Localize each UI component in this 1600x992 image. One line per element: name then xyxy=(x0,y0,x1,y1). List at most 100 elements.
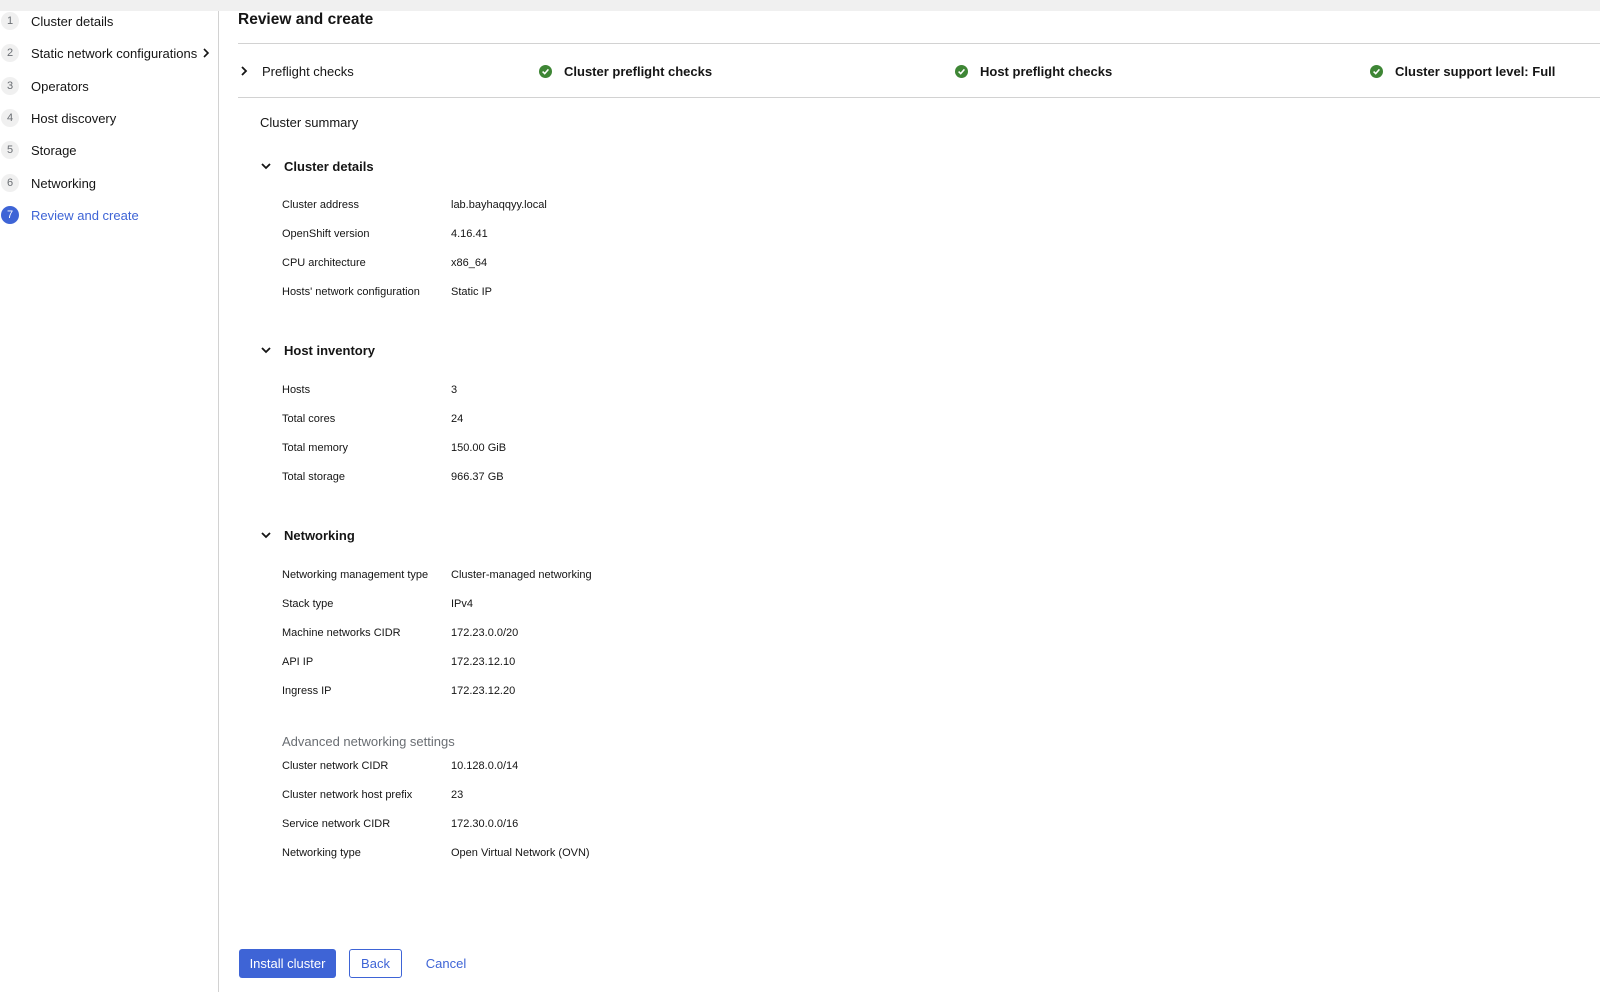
detail-row: Hosts 3 xyxy=(282,382,1082,400)
check-circle-icon xyxy=(955,64,968,78)
detail-key: Service network CIDR xyxy=(282,818,391,830)
detail-value: 3 xyxy=(451,384,458,396)
wizard-step-networking[interactable]: 6 Networking xyxy=(0,169,219,197)
step-number: 7 xyxy=(1,206,19,224)
detail-row: Stack type IPv4 xyxy=(282,596,1082,614)
support-level-status: Cluster support level: Full xyxy=(1370,61,1555,81)
cluster-details-toggle[interactable]: Cluster details xyxy=(260,155,374,177)
detail-key: CPU architecture xyxy=(282,257,366,269)
detail-row: OpenShift version 4.16.41 xyxy=(282,226,1082,244)
step-number: 1 xyxy=(1,12,19,30)
page-title: Review and create xyxy=(238,11,374,28)
detail-value: 966.37 GB xyxy=(451,471,504,483)
detail-key: Ingress IP xyxy=(282,685,332,697)
detail-key: API IP xyxy=(282,656,314,668)
chevron-down-icon xyxy=(261,163,271,170)
detail-value: x86_64 xyxy=(451,257,488,269)
detail-key: Networking management type xyxy=(282,569,429,581)
preflight-checks-label: Preflight checks xyxy=(262,63,354,79)
wizard-step-host-discovery[interactable]: 4 Host discovery xyxy=(0,104,219,132)
check-circle-icon xyxy=(539,64,552,78)
step-label: Static network configurations xyxy=(31,45,198,61)
detail-value: 23 xyxy=(451,789,464,801)
detail-row: Ingress IP 172.23.12.20 xyxy=(282,683,1082,701)
detail-value: Cluster-managed networking xyxy=(451,569,592,581)
step-label: Operators xyxy=(31,78,89,94)
detail-row: API IP 172.23.12.10 xyxy=(282,654,1082,672)
detail-row: Total cores 24 xyxy=(282,411,1082,429)
detail-row: Cluster network host prefix 23 xyxy=(282,787,1082,805)
detail-key: Hosts xyxy=(282,384,311,396)
detail-value: Static IP xyxy=(451,286,492,298)
step-number: 2 xyxy=(1,44,19,62)
check-label: Cluster preflight checks xyxy=(564,63,713,79)
detail-key: Total memory xyxy=(282,442,349,454)
wizard-step-static-network[interactable]: 2 Static network configurations xyxy=(0,39,219,67)
chevron-down-icon xyxy=(261,532,271,539)
networking-toggle[interactable]: Networking xyxy=(260,524,355,546)
advanced-networking-heading: Advanced networking settings xyxy=(282,734,455,749)
detail-value: IPv4 xyxy=(451,598,474,610)
detail-key: Hosts' network configuration xyxy=(282,286,420,298)
detail-row: Service network CIDR 172.30.0.0/16 xyxy=(282,816,1082,834)
detail-key: Machine networks CIDR xyxy=(282,627,401,639)
step-label: Host discovery xyxy=(31,110,117,126)
detail-value: 172.23.12.10 xyxy=(451,656,516,668)
detail-value: Open Virtual Network (OVN) xyxy=(451,847,590,859)
step-label: Storage xyxy=(31,142,77,158)
section-title: Host inventory xyxy=(284,342,376,358)
divider xyxy=(238,43,1600,44)
preflight-checks-toggle[interactable]: Preflight checks xyxy=(238,58,354,84)
check-label: Host preflight checks xyxy=(980,63,1113,79)
section-title: Networking xyxy=(284,527,355,543)
detail-key: Networking type xyxy=(282,847,361,859)
chevron-right-icon xyxy=(203,48,210,58)
detail-key: Cluster network host prefix xyxy=(282,789,413,801)
detail-key: Total storage xyxy=(282,471,345,483)
wizard-step-cluster-details[interactable]: 1 Cluster details xyxy=(0,7,219,35)
detail-key: OpenShift version xyxy=(282,228,370,240)
cluster-preflight-status: Cluster preflight checks xyxy=(539,61,712,81)
detail-value: lab.bayhaqqyy.local xyxy=(451,199,547,211)
step-number: 4 xyxy=(1,109,19,127)
detail-row: Hosts' network configuration Static IP xyxy=(282,284,1082,302)
chevron-right-icon xyxy=(241,66,248,76)
detail-value: 10.128.0.0/14 xyxy=(451,760,519,772)
wizard-step-review-and-create[interactable]: 7 Review and create xyxy=(0,201,219,229)
install-cluster-button[interactable]: Install cluster xyxy=(239,949,336,978)
check-circle-icon xyxy=(1370,64,1383,78)
step-number: 5 xyxy=(1,141,19,159)
top-bar xyxy=(0,0,1600,11)
detail-row: Cluster address lab.bayhaqqyy.local xyxy=(282,197,1082,215)
detail-row: Cluster network CIDR 10.128.0.0/14 xyxy=(282,758,1082,776)
detail-key: Cluster address xyxy=(282,199,360,211)
wizard-step-operators[interactable]: 3 Operators xyxy=(0,72,219,100)
back-button[interactable]: Back xyxy=(349,949,402,978)
detail-row: CPU architecture x86_64 xyxy=(282,255,1082,273)
detail-value: 4.16.41 xyxy=(451,228,488,240)
step-label: Review and create xyxy=(31,207,139,223)
detail-key: Stack type xyxy=(282,598,334,610)
step-number: 6 xyxy=(1,174,19,192)
wizard-step-storage[interactable]: 5 Storage xyxy=(0,136,219,164)
step-number: 3 xyxy=(1,77,19,95)
divider xyxy=(238,97,1600,98)
detail-value: 172.23.12.20 xyxy=(451,685,516,697)
step-label: Networking xyxy=(31,175,97,191)
host-preflight-status: Host preflight checks xyxy=(955,61,1112,81)
detail-value: 24 xyxy=(451,413,464,425)
detail-value: 150.00 GiB xyxy=(451,442,507,454)
detail-row: Networking type Open Virtual Network (OVN… xyxy=(282,845,1082,863)
detail-value: 172.23.0.0/20 xyxy=(451,627,519,639)
detail-key: Total cores xyxy=(282,413,336,425)
step-label: Cluster details xyxy=(31,13,114,29)
cluster-summary-title: Cluster summary xyxy=(260,115,359,130)
detail-value: 172.30.0.0/16 xyxy=(451,818,519,830)
detail-row: Total memory 150.00 GiB xyxy=(282,440,1082,458)
detail-row: Machine networks CIDR 172.23.0.0/20 xyxy=(282,625,1082,643)
cancel-button[interactable]: Cancel xyxy=(415,949,477,978)
detail-key: Cluster network CIDR xyxy=(282,760,389,772)
host-inventory-toggle[interactable]: Host inventory xyxy=(260,339,375,361)
wizard-nav: 1 Cluster details 2 Static network confi… xyxy=(0,11,219,992)
check-label: Cluster support level: Full xyxy=(1395,63,1556,79)
